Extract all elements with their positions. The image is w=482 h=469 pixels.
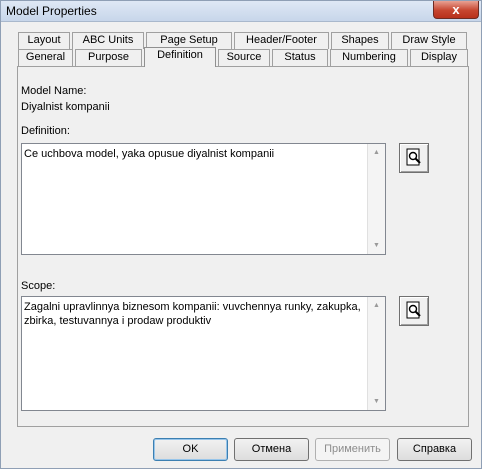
magnifier-document-icon	[406, 301, 421, 319]
window-title: Model Properties	[6, 4, 97, 18]
model-name-label: Model Name:	[21, 85, 87, 97]
scroll-down-arrow-icon[interactable]: ▼	[368, 237, 385, 254]
cancel-button[interactable]: Отмена	[234, 438, 309, 461]
scroll-up-arrow-icon[interactable]: ▲	[368, 144, 385, 161]
tab-layout[interactable]: Layout	[18, 32, 70, 49]
tab-header-footer[interactable]: Header/Footer	[234, 32, 329, 49]
tab-abc-units[interactable]: ABC Units	[72, 32, 144, 49]
tab-purpose[interactable]: Purpose	[75, 49, 142, 66]
scope-label: Scope:	[21, 280, 56, 292]
magnifier-document-icon	[406, 148, 421, 166]
scroll-up-arrow-icon[interactable]: ▲	[368, 297, 385, 314]
close-button[interactable]: x	[433, 1, 479, 19]
apply-button[interactable]: Применить	[315, 438, 390, 461]
tab-general[interactable]: General	[18, 49, 73, 66]
scope-zoom-button[interactable]	[399, 296, 429, 326]
tab-shapes[interactable]: Shapes	[331, 32, 389, 49]
tab-draw-style[interactable]: Draw Style	[391, 32, 467, 49]
help-button[interactable]: Справка	[397, 438, 472, 461]
tab-numbering[interactable]: Numbering	[330, 49, 408, 66]
tab-display[interactable]: Display	[410, 49, 468, 66]
definition-label: Definition:	[21, 125, 70, 137]
definition-textarea[interactable]: Ce uchbova model, yaka opusue diyalnist …	[21, 143, 386, 255]
definition-text: Ce uchbova model, yaka opusue diyalnist …	[24, 148, 275, 160]
scope-text: Zagalni upravlinnya biznesom kompanii: v…	[24, 301, 361, 327]
ok-button[interactable]: OK	[153, 438, 228, 461]
model-properties-dialog: Model Properties x Layout ABC Units Page…	[0, 0, 482, 469]
definition-panel: Model Name: Diyalnist kompanii Definitio…	[17, 66, 469, 427]
close-icon: x	[452, 2, 460, 17]
scope-scrollbar[interactable]: ▲ ▼	[367, 297, 385, 410]
tab-source[interactable]: Source	[218, 49, 270, 66]
model-name-value: Diyalnist kompanii	[21, 101, 110, 113]
title-bar: Model Properties x	[1, 1, 481, 22]
tab-status[interactable]: Status	[272, 49, 328, 66]
scroll-down-arrow-icon[interactable]: ▼	[368, 393, 385, 410]
definition-zoom-button[interactable]	[399, 143, 429, 173]
definition-scrollbar[interactable]: ▲ ▼	[367, 144, 385, 254]
scope-textarea[interactable]: Zagalni upravlinnya biznesom kompanii: v…	[21, 296, 386, 411]
tab-definition[interactable]: Definition	[144, 47, 216, 67]
